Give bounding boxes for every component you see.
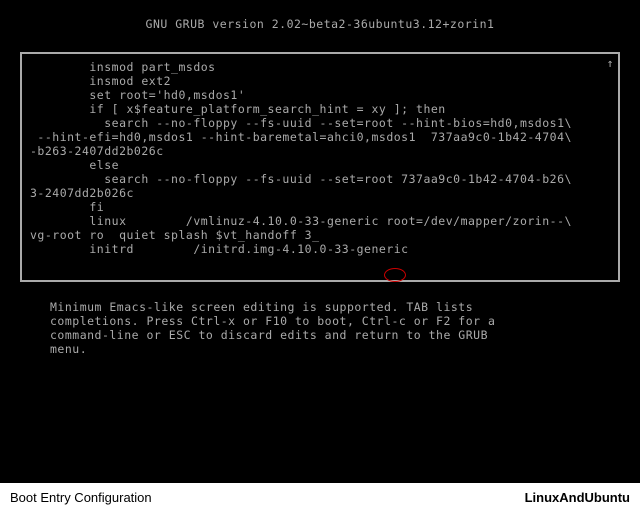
grub-edit-box[interactable]: ↑ insmod part_msdos insmod ext2 set root…: [20, 52, 620, 282]
grub-terminal: GNU GRUB version 2.02~beta2-36ubuntu3.12…: [0, 0, 640, 483]
highlight-circle: [384, 268, 406, 282]
scroll-up-arrow: ↑: [607, 56, 614, 70]
caption-left: Boot Entry Configuration: [10, 490, 152, 505]
caption-right: LinuxAndUbuntu: [525, 490, 630, 505]
grub-help-text: Minimum Emacs-like screen editing is sup…: [50, 300, 590, 356]
image-caption-bar: Boot Entry Configuration LinuxAndUbuntu: [0, 484, 640, 511]
grub-config-text[interactable]: insmod part_msdos insmod ext2 set root='…: [30, 60, 572, 256]
grub-header: GNU GRUB version 2.02~beta2-36ubuntu3.12…: [0, 18, 640, 32]
